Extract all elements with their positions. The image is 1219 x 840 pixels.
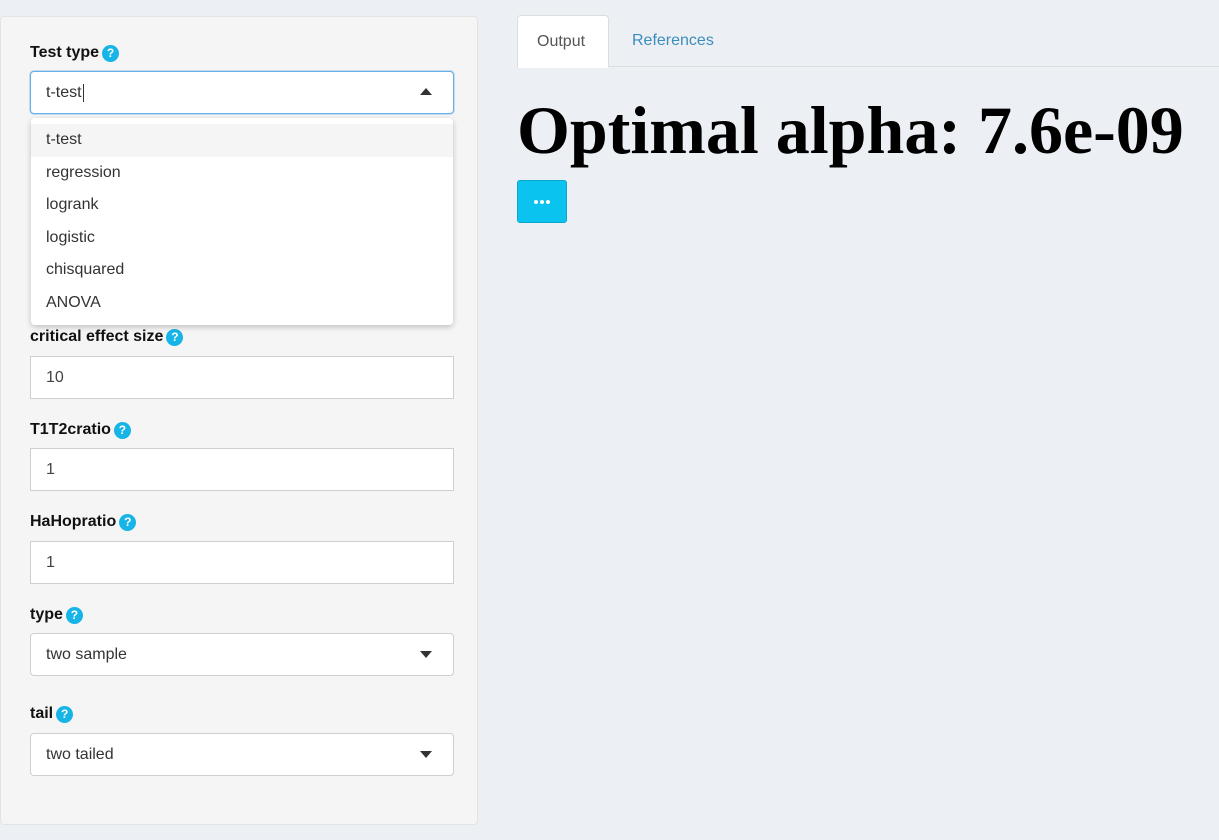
critical-effect-size-input[interactable]: 10 [30,356,454,399]
test-type-select[interactable]: t-test [30,71,454,114]
t1t2ratio-label: T1T2cratio ? [30,419,454,441]
tab-bar: Output References [517,15,1219,68]
type-label-text: type [30,606,63,623]
type-value: two sample [46,646,127,663]
t1t2ratio-label-text: T1T2cratio [30,421,111,438]
test-type-value: t-test [46,84,82,101]
critical-effect-size-group: critical effect size ? 10 [30,326,454,399]
help-icon[interactable]: ? [102,44,120,62]
hahopratio-input[interactable]: 1 [30,541,454,584]
critical-effect-size-label: critical effect size ? [30,326,454,348]
tail-label-text: tail [30,705,54,722]
tab-output[interactable]: Output [517,15,609,68]
type-label: type ? [30,604,454,626]
test-type-group: Test type ? t-test [30,42,454,114]
hahopratio-label-text: HaHopratio [30,513,117,530]
text-cursor [82,83,84,102]
dropdown-option-chisquared[interactable]: chisquared [31,254,453,287]
hahopratio-label: HaHopratio ? [30,511,454,533]
dropdown-option-t-test[interactable]: t-test [31,124,453,157]
dropdown-option-anova[interactable]: ANOVA [31,287,453,320]
dropdown-option-logistic[interactable]: logistic [31,222,453,255]
dropdown-option-regression[interactable]: regression [31,157,453,190]
help-icon[interactable]: ? [65,606,83,624]
help-icon[interactable]: ? [56,705,74,723]
test-type-dropdown: t-test regression logrank logistic chisq… [31,118,453,325]
tab-references[interactable]: References [613,15,733,67]
caret-up-icon [420,88,432,95]
t1t2ratio-input[interactable]: 1 [30,448,454,491]
tail-label: tail ? [30,703,454,725]
tail-select[interactable]: two tailed [30,733,454,776]
help-icon[interactable]: ? [113,421,131,439]
caret-down-icon [420,751,432,758]
test-type-label: Test type ? [30,42,454,64]
tail-group: tail ? two tailed [30,703,454,776]
type-group: type ? two sample [30,604,454,676]
help-icon[interactable]: ? [166,328,184,346]
optimal-alpha-result: Optimal alpha: 7.6e-09 [517,92,1184,168]
caret-down-icon [420,651,432,658]
critical-effect-size-label-text: critical effect size [30,328,164,345]
tail-value: two tailed [46,746,114,763]
test-type-label-text: Test type [30,44,100,61]
hahopratio-group: HaHopratio ? 1 [30,511,454,584]
help-icon[interactable]: ? [119,513,137,531]
type-select[interactable]: two sample [30,633,454,676]
more-options-button[interactable] [517,180,567,223]
t1t2ratio-group: T1T2cratio ? 1 [30,419,454,491]
more-horizontal-icon [534,199,550,204]
dropdown-option-logrank[interactable]: logrank [31,189,453,222]
